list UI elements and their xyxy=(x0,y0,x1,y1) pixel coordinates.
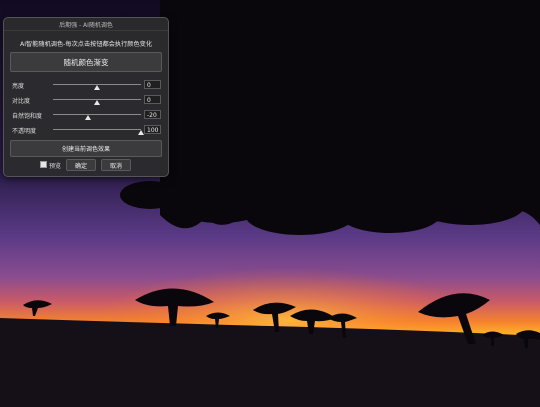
create-effect-button[interactable]: 创建当前调色效果 xyxy=(10,140,162,157)
contrast-row: 对比度 0 xyxy=(10,95,163,105)
contrast-label: 对比度 xyxy=(12,98,31,105)
ok-button[interactable]: 确定 xyxy=(66,159,96,171)
cancel-button[interactable]: 取消 xyxy=(101,159,131,171)
preview-label: 预览 xyxy=(49,163,62,170)
brightness-slider[interactable] xyxy=(53,84,141,90)
vibrance-label: 自然饱和度 xyxy=(12,113,43,120)
contrast-slider[interactable] xyxy=(53,99,141,105)
slider-thumb[interactable] xyxy=(94,100,100,105)
slider-thumb[interactable] xyxy=(94,85,100,90)
vibrance-slider[interactable] xyxy=(53,114,141,120)
opacity-row: 不透明度 100 xyxy=(10,125,163,135)
panel-title: 后期强 - AI随机调色 xyxy=(59,22,113,29)
color-panel: 后期强 - AI随机调色 AI智能随机调色-每次点击按钮都会执行颜色变化 随机颜… xyxy=(3,17,169,177)
contrast-input[interactable]: 0 xyxy=(144,95,161,104)
panel-description: AI智能随机调色-每次点击按钮都会执行颜色变化 xyxy=(19,41,153,48)
slider-thumb[interactable] xyxy=(85,115,92,120)
brightness-label: 亮度 xyxy=(12,83,25,90)
preview-checkbox[interactable] xyxy=(40,161,47,168)
vibrance-input[interactable]: -20 xyxy=(144,110,161,119)
brightness-row: 亮度 0 xyxy=(10,80,163,90)
vibrance-row: 自然饱和度 -20 xyxy=(10,110,163,120)
opacity-slider[interactable] xyxy=(53,129,144,135)
opacity-input[interactable]: 100 xyxy=(144,125,161,134)
opacity-label: 不透明度 xyxy=(12,128,37,135)
brightness-input[interactable]: 0 xyxy=(144,80,161,89)
random-color-button[interactable]: 随机颜色渐变 xyxy=(10,52,162,72)
panel-titlebar[interactable]: 后期强 - AI随机调色 xyxy=(4,18,168,31)
